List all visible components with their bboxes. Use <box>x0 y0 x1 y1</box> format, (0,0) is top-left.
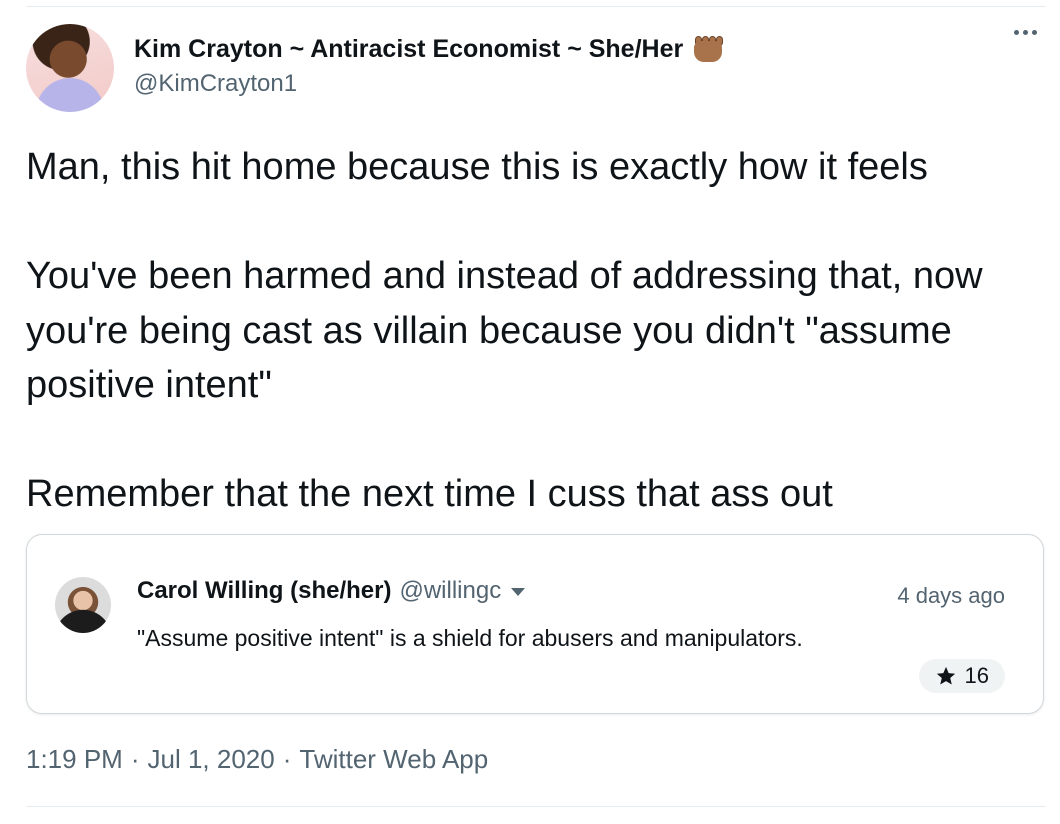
tweet-text: Man, this hit home because this is exact… <box>26 146 983 515</box>
like-count: 16 <box>964 663 989 688</box>
chevron-down-icon[interactable] <box>511 588 526 596</box>
author-avatar[interactable] <box>26 24 114 112</box>
tweet-meta: 1:19 PM · Jul 1, 2020 · Twitter Web App <box>26 744 488 775</box>
like-count-pill[interactable]: 16 <box>918 659 1005 693</box>
tweet-date[interactable]: Jul 1, 2020 <box>148 744 275 774</box>
meta-separator: · <box>282 744 292 774</box>
author-name-row[interactable]: Kim Crayton ~ Antiracist Economist ~ She… <box>134 34 725 64</box>
top-divider <box>26 6 1046 7</box>
raised-fist-icon <box>691 34 725 64</box>
more-options-icon[interactable] <box>1014 30 1037 35</box>
quoted-tweet-header: Carol Willing (she/her) @willingc <box>137 577 526 605</box>
quoted-author-name[interactable]: Carol Willing (she/her) <box>137 577 391 605</box>
author-handle[interactable]: @KimCrayton1 <box>134 70 297 98</box>
tweet-time[interactable]: 1:19 PM <box>26 744 123 774</box>
quoted-author-avatar[interactable] <box>55 577 111 633</box>
bottom-divider <box>26 806 1046 807</box>
quoted-tweet-card[interactable]: Carol Willing (she/her) @willingc 4 days… <box>26 534 1044 714</box>
meta-separator: · <box>130 744 140 774</box>
quoted-author-handle[interactable]: @willingc <box>399 577 501 605</box>
quoted-tweet-time[interactable]: 4 days ago <box>897 583 1005 609</box>
quoted-tweet-text: "Assume positive intent" is a shield for… <box>137 625 803 651</box>
tweet-source[interactable]: Twitter Web App <box>299 744 488 774</box>
star-icon <box>935 665 957 687</box>
author-name[interactable]: Kim Crayton ~ Antiracist Economist ~ She… <box>134 35 683 64</box>
